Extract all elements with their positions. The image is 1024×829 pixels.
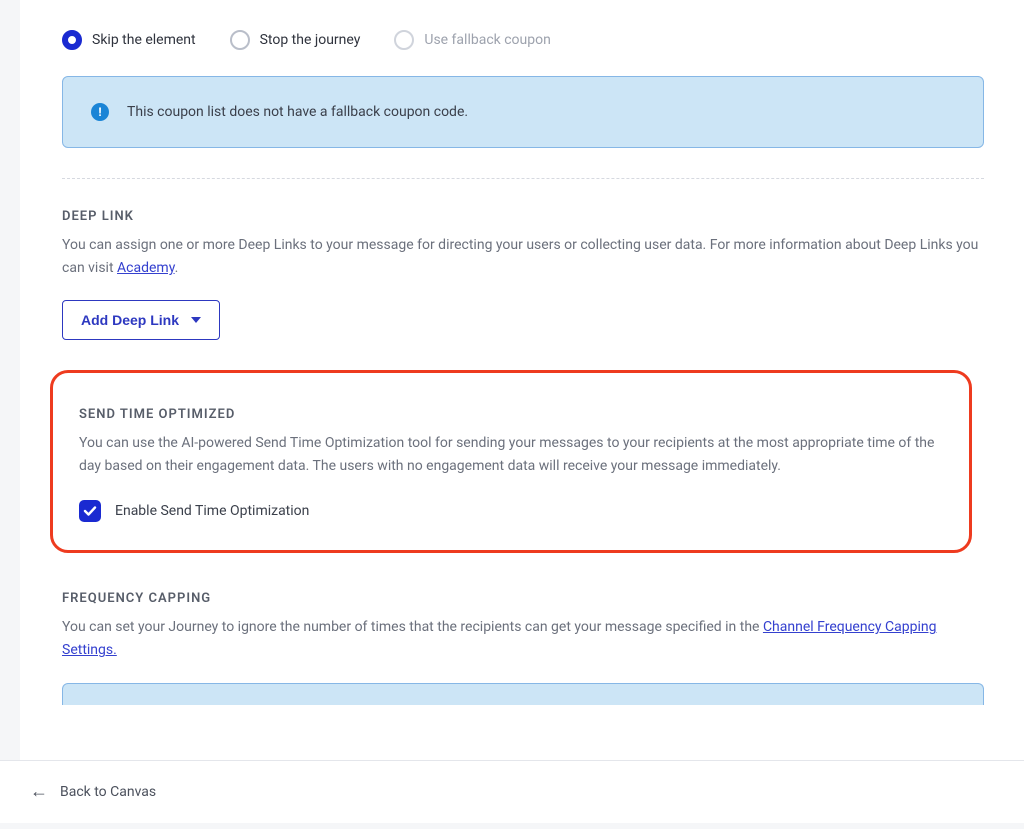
send-time-description: You can use the AI-powered Send Time Opt…: [79, 432, 943, 478]
add-deep-link-label: Add Deep Link: [81, 312, 179, 328]
coupon-fallback-radio-group: Skip the element Stop the journey Use fa…: [62, 30, 984, 50]
radio-use-fallback[interactable]: Use fallback coupon: [394, 30, 550, 50]
frequency-description: You can set your Journey to ignore the n…: [62, 616, 984, 662]
check-icon: [83, 504, 97, 518]
settings-panel: Skip the element Stop the journey Use fa…: [20, 0, 1024, 760]
radio-disabled-icon: [394, 30, 414, 50]
arrow-left-icon: ←: [30, 783, 48, 801]
deep-link-desc-text: You can assign one or more Deep Links to…: [62, 237, 978, 276]
radio-skip-element[interactable]: Skip the element: [62, 30, 196, 50]
section-divider: [62, 178, 984, 179]
frequency-desc-text: You can set your Journey to ignore the n…: [62, 619, 763, 635]
frequency-alert-peek: [62, 683, 984, 705]
add-deep-link-button[interactable]: Add Deep Link: [62, 300, 220, 340]
frequency-capping-section: FREQUENCY CAPPING You can set your Journ…: [62, 591, 984, 704]
deep-link-title: DEEP LINK: [62, 209, 984, 224]
radio-label: Skip the element: [92, 32, 196, 48]
footer-bar: ← Back to Canvas: [0, 760, 1024, 823]
send-time-optimized-highlight: SEND TIME OPTIMIZED You can use the AI-p…: [50, 370, 972, 553]
radio-selected-icon: [62, 30, 82, 50]
send-time-title: SEND TIME OPTIMIZED: [79, 407, 943, 422]
enable-send-time-label: Enable Send Time Optimization: [115, 503, 309, 519]
radio-unselected-icon: [230, 30, 250, 50]
radio-label: Stop the journey: [260, 32, 361, 48]
radio-label: Use fallback coupon: [424, 32, 550, 48]
deep-link-section: DEEP LINK You can assign one or more Dee…: [62, 209, 984, 340]
radio-stop-journey[interactable]: Stop the journey: [230, 30, 361, 50]
frequency-title: FREQUENCY CAPPING: [62, 591, 984, 606]
enable-send-time-row: Enable Send Time Optimization: [79, 500, 943, 522]
caret-down-icon: [191, 317, 201, 323]
back-to-canvas-link[interactable]: Back to Canvas: [60, 784, 156, 800]
deep-link-desc-suffix: .: [175, 260, 179, 276]
deep-link-description: You can assign one or more Deep Links to…: [62, 234, 984, 280]
alert-text: This coupon list does not have a fallbac…: [127, 104, 468, 120]
academy-link[interactable]: Academy: [117, 260, 175, 276]
info-icon: !: [91, 103, 109, 121]
fallback-coupon-alert: ! This coupon list does not have a fallb…: [62, 76, 984, 148]
enable-send-time-checkbox[interactable]: [79, 500, 101, 522]
